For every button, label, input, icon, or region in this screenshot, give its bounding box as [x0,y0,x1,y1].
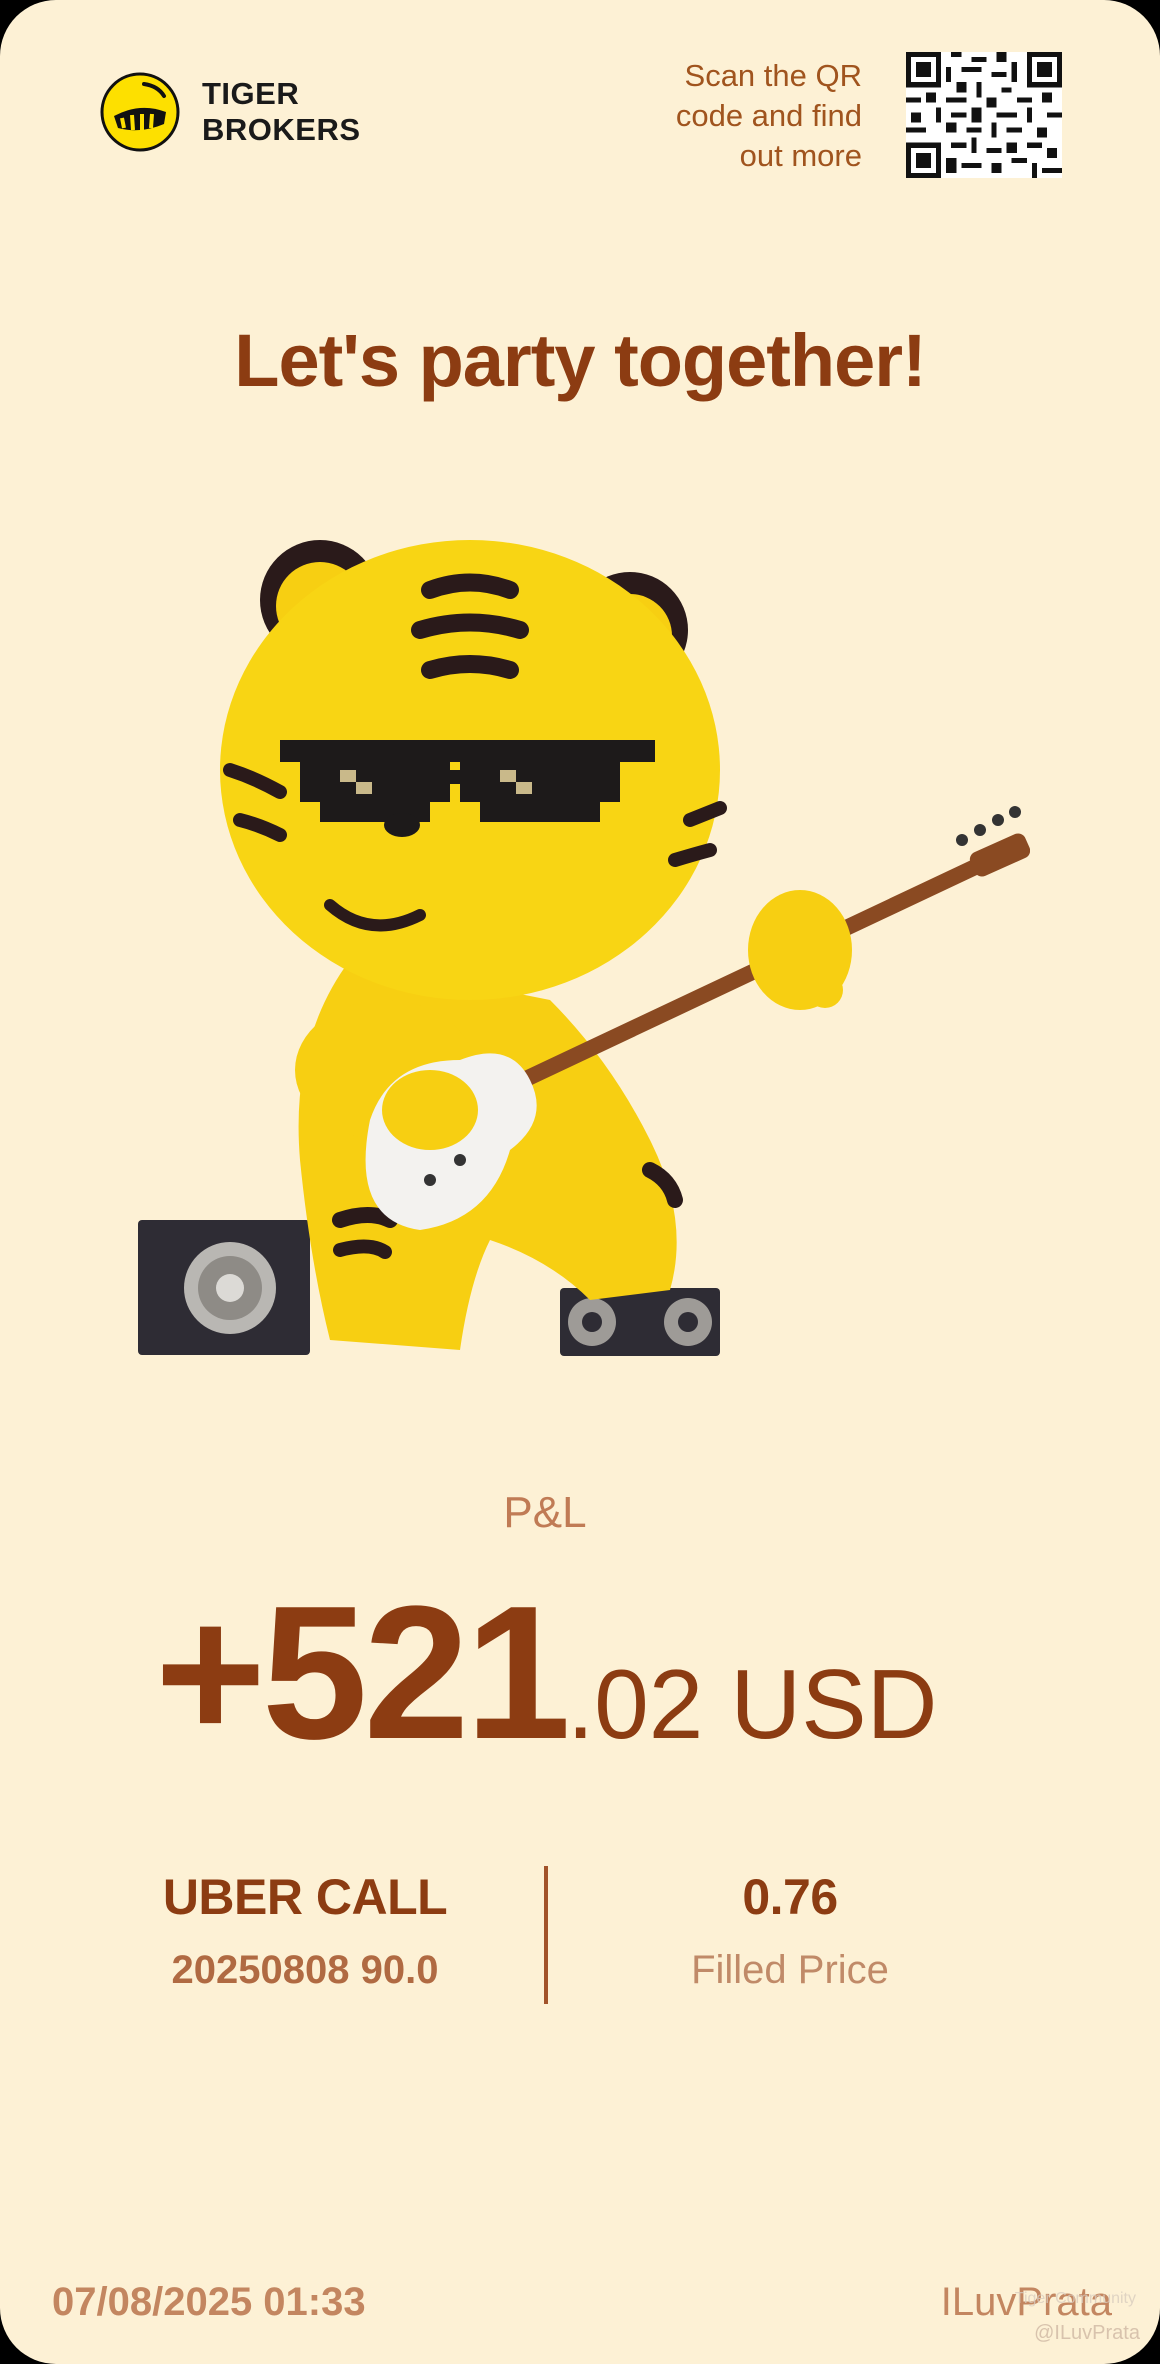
details-divider [544,1866,548,2004]
brand-name-line1: TIGER [202,76,300,111]
brand-logo: TIGER BROKERS [100,72,361,152]
qr-code-icon[interactable] [905,52,1063,178]
pnl-integer: +521 [155,1567,571,1779]
headline: Let's party together! [234,319,926,402]
qr-promo-line1: Scan the QR [684,58,862,93]
instrument-name: UBER CALL [162,1869,448,1925]
speaker-right-icon [560,1288,720,1356]
price-details: 0.76 Filled Price [560,1868,1020,1993]
qr-promo-line3: out more [739,138,862,173]
speaker-left-icon [138,1220,310,1355]
tiger-mascot-guitar-illustration [138,540,1030,1356]
qr-promo-text: Scan the QR code and find out more [602,56,862,176]
brand-name-line2: BROKERS [202,112,361,147]
watermark-handle: @ILuvPrata [1034,2322,1140,2344]
instrument-details: UBER CALL 20250808 90.0 [0,1868,610,1993]
qr-promo-line2: code and find [675,98,862,133]
tiger-logo-icon [100,72,180,152]
contract-expiry-strike: 20250808 90.0 [171,1948,439,1992]
filled-price-label: Filled Price [691,1948,889,1992]
share-card: TIGER BROKERS Scan the QR code and find … [0,0,1160,2364]
timestamp: 07/08/2025 01:33 [52,2280,366,2324]
watermark-community: Tiger Community [1014,2290,1136,2307]
pnl-decimal-currency: .02 USD [566,1649,938,1759]
pnl-value: +521.02 USD [155,1578,937,1768]
filled-price-value: 0.76 [742,1869,838,1925]
pnl-label: P&L [503,1488,587,1537]
